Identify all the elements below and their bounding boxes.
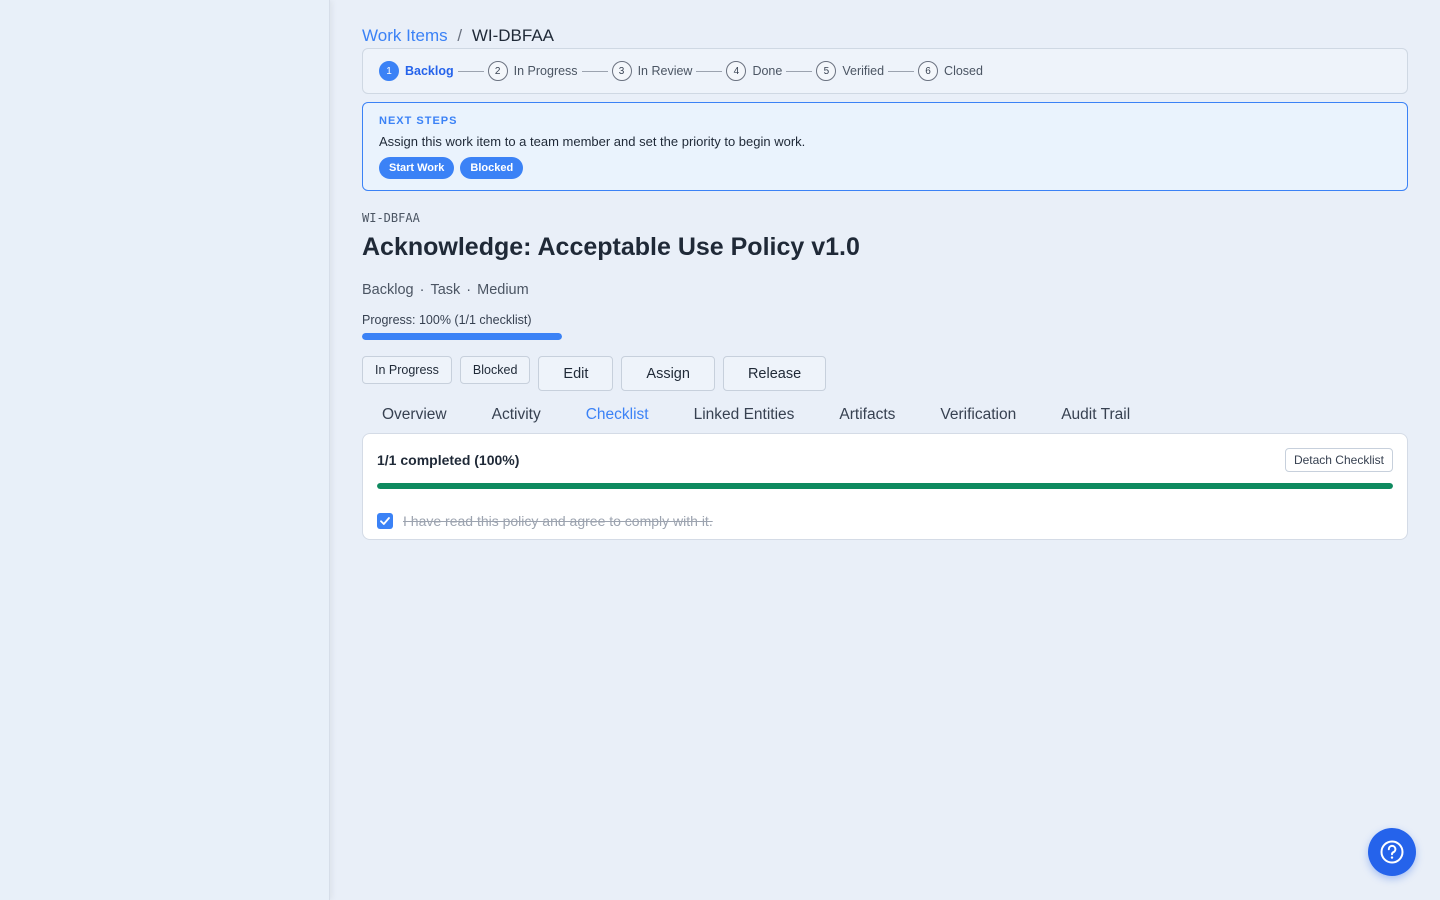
- breadcrumb-separator: /: [457, 26, 463, 45]
- mark-blocked-button[interactable]: Blocked: [459, 356, 531, 384]
- blocked-button[interactable]: Blocked: [460, 157, 524, 179]
- checklist-panel: 1/1 completed (100%) Detach Checklist I …: [362, 433, 1408, 540]
- step-verified: 5 Verified: [816, 61, 884, 81]
- checklist-progress-bar: [377, 483, 1393, 489]
- step-in-progress: 2 In Progress: [487, 61, 578, 81]
- tab-checklist[interactable]: Checklist: [565, 395, 669, 436]
- question-circle-icon: [1380, 840, 1404, 864]
- checklist-item-text: I have read this policy and agree to com…: [403, 513, 713, 529]
- page-title: Acknowledge: Acceptable Use Policy v1.0: [362, 233, 860, 261]
- checklist-header: 1/1 completed (100%) Detach Checklist: [377, 448, 1393, 472]
- progress-label: Progress: 100% (1/1 checklist): [362, 313, 532, 327]
- checklist-progress-fill: [377, 483, 1393, 489]
- work-item-meta: Backlog · Task · Medium: [362, 282, 1408, 298]
- tab-artifacts[interactable]: Artifacts: [819, 395, 915, 436]
- breadcrumb-work-items-link[interactable]: Work Items: [362, 26, 448, 45]
- sidebar: [0, 0, 330, 900]
- meta-separator: ·: [466, 282, 472, 298]
- breadcrumb-current: WI-DBFAA: [471, 26, 555, 45]
- work-item-id: WI-DBFAA: [362, 211, 420, 225]
- main-content: Work Items / WI-DBFAA 1 Backlog 2 In Pro…: [362, 22, 1408, 540]
- step-label: Backlog: [405, 64, 454, 78]
- step-backlog: 1 Backlog: [379, 61, 454, 81]
- tab-bar: Overview Activity Checklist Linked Entit…: [362, 395, 1408, 437]
- move-in-progress-button[interactable]: In Progress: [362, 356, 452, 384]
- tab-activity[interactable]: Activity: [472, 395, 561, 436]
- step-label: Done: [752, 64, 783, 78]
- breadcrumb: Work Items / WI-DBFAA: [362, 22, 1408, 50]
- next-steps-panel: NEXT STEPS Assign this work item to a te…: [362, 102, 1408, 191]
- next-steps-title: NEXT STEPS: [379, 115, 458, 127]
- step-done: 4 Done: [726, 61, 782, 81]
- step-label: Closed: [944, 64, 983, 78]
- step-connector: [457, 70, 484, 72]
- progress-bar-fill: [362, 333, 562, 340]
- checklist-item-checkbox[interactable]: [377, 513, 393, 529]
- help-button[interactable]: [1368, 828, 1416, 876]
- checkmark-icon: [380, 517, 390, 525]
- step-number: 6: [918, 61, 939, 81]
- tab-overview[interactable]: Overview: [362, 395, 467, 436]
- meta-separator: ·: [419, 282, 425, 298]
- next-steps-actions: Start Work Blocked: [379, 157, 1391, 179]
- step-number: 1: [379, 61, 399, 81]
- step-connector: [786, 70, 813, 72]
- next-steps-description: Assign this work item to a team member a…: [379, 134, 806, 149]
- step-closed: 6 Closed: [918, 61, 983, 81]
- step-connector: [581, 70, 608, 72]
- step-number: 5: [816, 61, 837, 81]
- tab-linked-entities[interactable]: Linked Entities: [674, 395, 815, 436]
- step-connector: [696, 70, 723, 72]
- release-button[interactable]: Release: [722, 356, 827, 391]
- step-label: In Progress: [513, 64, 578, 78]
- progress-bar: [362, 333, 562, 340]
- start-work-button[interactable]: Start Work: [379, 157, 455, 179]
- step-number: 2: [487, 61, 508, 81]
- priority-text: Medium: [477, 282, 529, 298]
- checklist-summary: 1/1 completed (100%): [377, 452, 520, 468]
- action-buttons: In Progress Blocked Edit Assign Release: [362, 356, 1408, 391]
- step-connector: [888, 70, 915, 72]
- tab-verification[interactable]: Verification: [920, 395, 1036, 436]
- step-number: 4: [726, 61, 747, 81]
- tab-audit-trail[interactable]: Audit Trail: [1041, 395, 1150, 436]
- type-text: Task: [430, 282, 461, 298]
- step-number: 3: [611, 61, 632, 81]
- step-label: In Review: [637, 64, 693, 78]
- status-text: Backlog: [362, 282, 414, 298]
- step-label: Verified: [842, 64, 885, 78]
- assign-button[interactable]: Assign: [621, 356, 715, 391]
- checklist-item: I have read this policy and agree to com…: [377, 513, 1393, 529]
- detach-checklist-button[interactable]: Detach Checklist: [1284, 448, 1393, 472]
- step-in-review: 3 In Review: [611, 61, 693, 81]
- edit-button[interactable]: Edit: [538, 356, 614, 391]
- workflow-stepper: 1 Backlog 2 In Progress 3 In Review 4 Do…: [362, 48, 1408, 94]
